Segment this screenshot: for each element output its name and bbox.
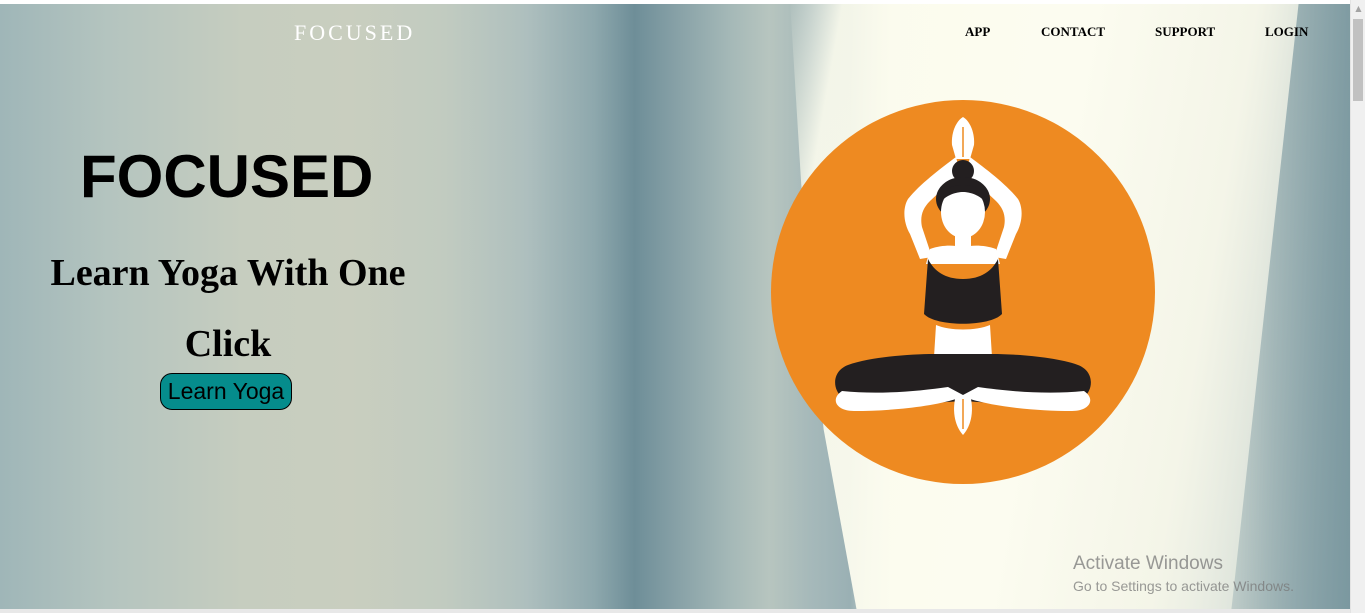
hero-subtitle: Learn Yoga With One Click [50, 252, 406, 365]
learn-yoga-button[interactable]: Learn Yoga [160, 373, 292, 410]
hero-title: FOCUSED [80, 143, 374, 210]
yoga-meditation-icon [771, 100, 1155, 484]
watermark-title: Activate Windows [1073, 553, 1223, 574]
scroll-thumb[interactable] [1353, 19, 1363, 101]
activate-windows-watermark: Activate Windows Go to Settings to activ… [1073, 553, 1294, 594]
watermark-subtitle: Go to Settings to activate Windows. [1073, 578, 1294, 594]
brand-logo[interactable]: FOCUSED [294, 20, 415, 46]
nav-link-login[interactable]: LOGIN [1265, 24, 1308, 40]
bottom-edge [0, 609, 1350, 613]
nav-link-app[interactable]: APP [965, 24, 990, 40]
nav-link-contact[interactable]: CONTACT [1041, 24, 1105, 40]
scroll-up-arrow-icon[interactable]: ▲ [1351, 0, 1365, 17]
vertical-scrollbar[interactable]: ▲ [1350, 0, 1365, 613]
nav-link-support[interactable]: SUPPORT [1155, 24, 1215, 40]
page-background: FOCUSED APP CONTACT SUPPORT LOGIN FOCUSE… [0, 0, 1350, 613]
top-border [0, 0, 1350, 4]
